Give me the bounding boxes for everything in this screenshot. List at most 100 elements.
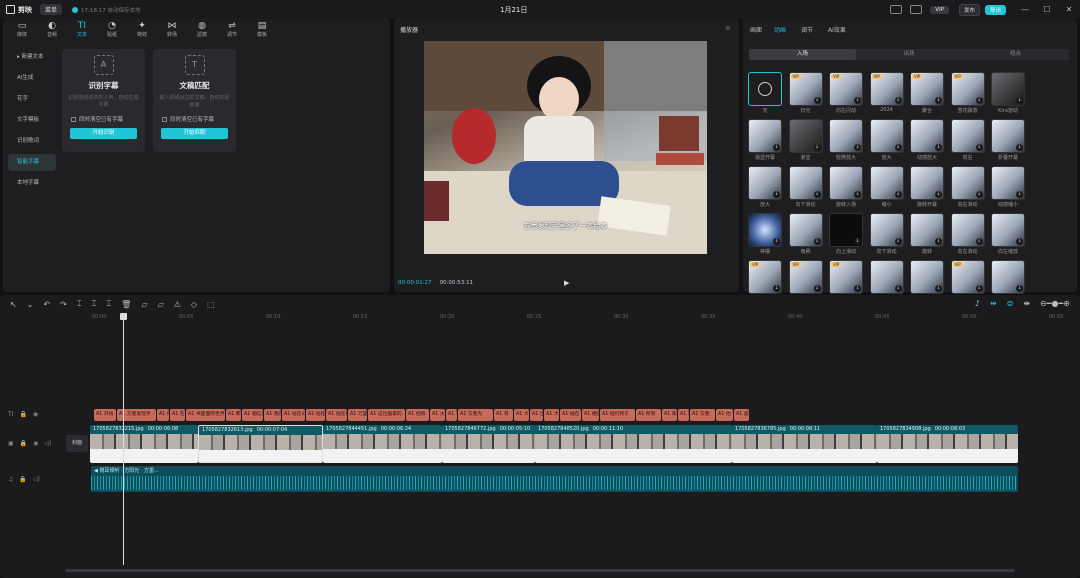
minimize-button[interactable]: — (1014, 5, 1036, 14)
video-clip[interactable]: 1705827848520.jpg 00:00:11:10 (535, 425, 732, 463)
animation-item[interactable]: ↓ 旋转 (910, 213, 944, 257)
video-clip[interactable]: 1705827832215.jpg 00:00:06:08 (90, 425, 198, 463)
timeline-tool-icon[interactable]: ▱ (158, 300, 164, 309)
text-clip[interactable]: A1 在 (170, 409, 185, 421)
text-clip[interactable]: A1 相信自 (242, 409, 263, 421)
text-clip[interactable]: A1 有 (494, 409, 513, 421)
text-clip[interactable]: A1 大 (544, 409, 559, 421)
text-clip[interactable]: A1 方墨 (690, 409, 715, 421)
layout-icon[interactable] (910, 5, 923, 14)
text-clip[interactable]: A1 大 (430, 409, 445, 421)
publish-button[interactable]: 发布 (958, 3, 980, 16)
text-clip[interactable]: A1 站在山顶上 (282, 409, 305, 421)
mute-icon[interactable]: ◁) (44, 440, 51, 447)
sidebar-item[interactable]: 文字模板 (8, 112, 56, 129)
eye-icon[interactable]: ◉ (33, 440, 38, 447)
close-button[interactable]: ✕ (1058, 5, 1080, 14)
animation-item[interactable]: ↓ 动感缩小 (991, 166, 1025, 210)
text-clip[interactable]: A1 他在 (306, 409, 325, 421)
lock-icon[interactable]: 🔒 (20, 440, 27, 447)
properties-tab[interactable]: 动画 (774, 25, 786, 34)
properties-tab[interactable]: AI效果 (828, 25, 846, 34)
animation-item[interactable]: ↓ 钟摆 (748, 213, 782, 257)
animation-item[interactable]: VIP ↓ 雪花飘落 (950, 72, 985, 116)
timeline-tool-icon[interactable]: ◇ (191, 300, 197, 309)
eye-icon[interactable]: ◉ (33, 411, 38, 418)
text-clip[interactable]: A1 就 (678, 409, 689, 421)
timeline-tool-icon[interactable]: ↖ (10, 300, 17, 309)
toolbar-item[interactable]: ◔ 贴纸 (97, 21, 127, 39)
animation-item[interactable]: ↓ 渐显开幕 (748, 119, 782, 163)
snap-icon[interactable]: ⊜ (1007, 299, 1014, 308)
timeline-tool-icon[interactable]: ⌶ (77, 299, 82, 309)
play-button[interactable]: ▶ (564, 279, 569, 287)
start-recognition-button[interactable]: 开始识别 (70, 128, 137, 139)
video-clip[interactable]: 1705827832613.jpg 00:00:07:04 (198, 425, 323, 463)
menu-button[interactable]: 菜单 (40, 4, 63, 15)
animation-item[interactable]: ↓ 向上滑动 (829, 213, 863, 257)
text-clip[interactable]: A1 他和 (406, 409, 429, 421)
toolbar-item[interactable]: TI 文本 (67, 21, 97, 39)
cover-button[interactable]: 封面 (66, 435, 88, 452)
sidebar-item[interactable]: ▸ 新建文本 (8, 49, 56, 66)
timeline-tool-icon[interactable]: ⚠ (174, 300, 181, 309)
animation-item[interactable]: VIP ↓ 扫光 (788, 72, 823, 116)
text-clip[interactable]: A1 她在 (560, 409, 581, 421)
text-clip[interactable]: A1 我在 (264, 409, 281, 421)
timeline-tool-icon[interactable]: ⬚ (207, 300, 215, 309)
text-clip[interactable]: A1 书里面的世界 (186, 409, 225, 421)
mic-icon[interactable]: ♪ (975, 299, 980, 308)
animation-item[interactable]: ↓ 放大 (869, 119, 904, 163)
text-clip[interactable]: A1 出 (530, 409, 543, 421)
lock-icon[interactable]: 🔒 (19, 411, 26, 418)
segment-option[interactable]: 入场 (749, 49, 856, 60)
mute-icon[interactable]: ◁) (33, 476, 40, 483)
text-clip[interactable]: A1 方墨为 (458, 409, 493, 421)
text-clip[interactable]: A1 大 (514, 409, 529, 421)
sidebar-item[interactable]: AI生成 (8, 70, 56, 87)
keyboard-icon[interactable] (890, 5, 903, 14)
animation-item[interactable]: ↓ 向下滑动 (869, 213, 904, 257)
text-clip[interactable]: A1 那头 (226, 409, 241, 421)
animation-item[interactable]: ↓ 旋转入场 (829, 166, 863, 210)
video-clip[interactable]: 1705827834908.jpg 00:00:08:03 (877, 425, 1018, 463)
split-icon[interactable]: ⇼ (1023, 299, 1030, 308)
animation-item[interactable]: ↓ 雨刷 (788, 213, 823, 257)
toolbar-item[interactable]: ◐ 音频 (37, 21, 67, 39)
animation-item[interactable]: ↓ 放大 (748, 166, 782, 210)
playhead[interactable] (120, 313, 127, 565)
sidebar-item[interactable]: 花字 (8, 91, 56, 108)
sidebar-item[interactable]: 本地字幕 (8, 175, 56, 192)
animation-item[interactable]: ↓ 向右滑动 (950, 166, 985, 210)
link-icon[interactable]: ⇹ (990, 299, 997, 308)
timeline-ruler[interactable]: 00:00 00:05 00:10 00:15 00:20 00:25 00:30 00:35… (92, 313, 1080, 323)
sidebar-item[interactable]: 识别歌词 (8, 133, 56, 150)
animation-item[interactable]: ↓ 向右 (950, 119, 985, 163)
animation-item[interactable]: ↓ 缩小 (869, 166, 904, 210)
toolbar-item[interactable]: ▭ 媒体 (7, 21, 37, 39)
properties-tab[interactable]: 调节 (801, 25, 813, 34)
clear-existing-checkbox[interactable]: 同时清空已有字幕 (71, 115, 145, 123)
audio-clip[interactable]: ◀ 侧耳倾听 · 方阳光 · 方墨... (91, 466, 1018, 492)
text-clip[interactable]: A1 这位画家的 (368, 409, 405, 421)
segment-option[interactable]: 出场 (856, 49, 963, 60)
text-clip[interactable]: A1 有 (446, 409, 457, 421)
toolbar-item[interactable]: ⇌ 调节 (217, 21, 247, 39)
text-clip[interactable]: A1 所有 (636, 409, 661, 421)
timeline-tool-icon[interactable]: 🗑 (121, 300, 131, 309)
timeline-tool-icon[interactable]: ↶ (43, 300, 50, 309)
animation-item[interactable]: VIP ↓ 2024 (869, 72, 904, 116)
animation-item[interactable]: VIP ↓ 向左闪动 (829, 72, 863, 116)
properties-tab[interactable]: 画面 (750, 25, 762, 34)
zoom-slider[interactable]: ⊖━●━⊕ (1040, 299, 1070, 308)
text-clip[interactable]: A1 他们终于 (600, 409, 635, 421)
text-clip[interactable]: A1 他在他们 (326, 409, 347, 421)
animation-item[interactable]: ↓ 向下滑动 (788, 166, 823, 210)
animation-item[interactable]: ↓ 渐显 (788, 119, 823, 163)
video-clip[interactable]: 1705827836785.jpg 00:00:08:11 (732, 425, 877, 463)
text-clip[interactable]: A1 开始 (94, 409, 116, 421)
animation-item[interactable]: VIP ↓ 聚合 (910, 72, 944, 116)
animation-item[interactable]: ↓ 折叠开幕 (991, 119, 1025, 163)
clear-existing-checkbox[interactable]: 同时清空已有字幕 (162, 115, 236, 123)
text-clip[interactable]: A1 画 (734, 409, 749, 421)
